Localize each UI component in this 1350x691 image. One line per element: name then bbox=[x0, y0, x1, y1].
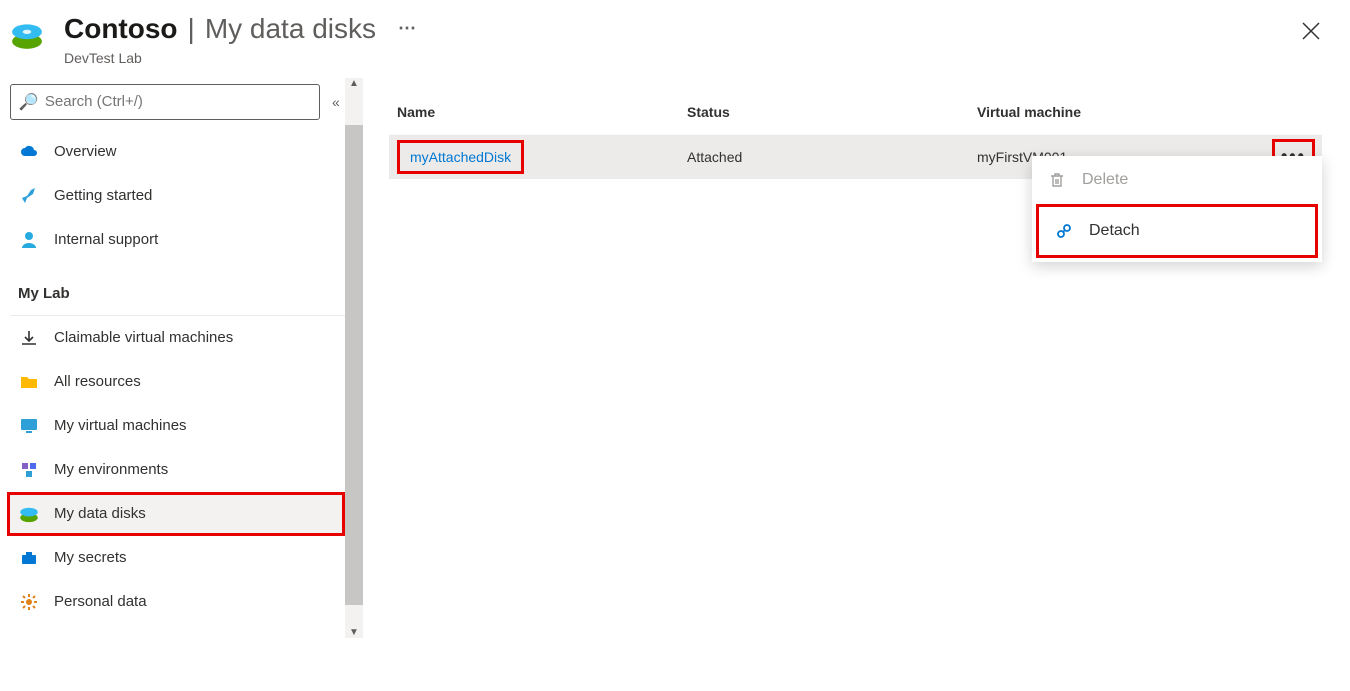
sidebar-item-label: Overview bbox=[54, 143, 117, 160]
sidebar: 🔍 « Overview Getting started Internal su… bbox=[0, 74, 345, 685]
sidebar-item-label: My virtual machines bbox=[54, 417, 187, 434]
sidebar-item-internal-support[interactable]: Internal support bbox=[10, 218, 345, 262]
gear-icon bbox=[18, 591, 40, 613]
search-input[interactable] bbox=[45, 93, 311, 110]
search-icon: 🔍 bbox=[19, 92, 39, 112]
sidebar-item-label: Getting started bbox=[54, 187, 152, 204]
main-content: Name Status Virtual machine myAttachedDi… bbox=[345, 74, 1350, 685]
close-button[interactable] bbox=[1302, 22, 1320, 46]
folder-icon bbox=[18, 371, 40, 393]
context-menu-detach[interactable]: Detach bbox=[1039, 207, 1315, 255]
monitor-icon bbox=[18, 415, 40, 437]
sidebar-item-my-secrets[interactable]: My secrets bbox=[10, 536, 345, 580]
search-input-wrapper[interactable]: 🔍 bbox=[10, 84, 320, 120]
sidebar-item-my-environments[interactable]: My environments bbox=[10, 448, 345, 492]
page-header: Contoso | My data disks ⋯ DevTest Lab bbox=[0, 0, 1350, 74]
page-title: My data disks bbox=[205, 12, 376, 46]
sidebar-item-my-vms[interactable]: My virtual machines bbox=[10, 404, 345, 448]
title-separator: | bbox=[188, 12, 195, 46]
disk-name-link[interactable]: myAttachedDisk bbox=[397, 140, 524, 174]
context-menu-delete: Delete bbox=[1032, 156, 1322, 204]
collapse-sidebar-icon[interactable]: « bbox=[332, 94, 340, 110]
cubes-icon bbox=[18, 459, 40, 481]
sidebar-item-label: My environments bbox=[54, 461, 168, 478]
context-menu-item-label: Detach bbox=[1089, 222, 1140, 240]
trash-icon bbox=[1046, 171, 1068, 189]
column-header-name[interactable]: Name bbox=[397, 104, 687, 120]
sidebar-item-my-data-disks[interactable]: My data disks bbox=[7, 492, 345, 536]
disk-icon bbox=[18, 503, 40, 525]
header-more-icon[interactable]: ⋯ bbox=[398, 18, 417, 40]
sidebar-item-personal-data[interactable]: Personal data bbox=[10, 580, 345, 624]
briefcase-icon bbox=[18, 547, 40, 569]
sidebar-item-label: Internal support bbox=[54, 231, 158, 248]
sidebar-item-label: Claimable virtual machines bbox=[54, 329, 233, 346]
sidebar-item-label: Personal data bbox=[54, 593, 147, 610]
disk-icon bbox=[10, 18, 44, 52]
sidebar-item-label: All resources bbox=[54, 373, 141, 390]
column-header-vm[interactable]: Virtual machine bbox=[977, 104, 1272, 120]
table-header: Name Status Virtual machine bbox=[389, 96, 1322, 135]
disk-status: Attached bbox=[687, 149, 977, 165]
sidebar-item-getting-started[interactable]: Getting started bbox=[10, 174, 345, 218]
sidebar-item-all-resources[interactable]: All resources bbox=[10, 360, 345, 404]
column-header-status[interactable]: Status bbox=[687, 104, 977, 120]
row-context-menu: Delete Detach bbox=[1032, 156, 1322, 262]
rocket-icon bbox=[18, 185, 40, 207]
person-icon bbox=[18, 229, 40, 251]
resource-type: DevTest Lab bbox=[64, 50, 1330, 66]
sidebar-item-overview[interactable]: Overview bbox=[10, 130, 345, 174]
sidebar-item-label: My data disks bbox=[54, 505, 146, 522]
download-icon bbox=[18, 327, 40, 349]
detach-icon bbox=[1053, 222, 1075, 240]
sidebar-item-label: My secrets bbox=[54, 549, 127, 566]
resource-name: Contoso bbox=[64, 12, 178, 46]
sidebar-item-claimable-vms[interactable]: Claimable virtual machines bbox=[10, 316, 345, 360]
context-menu-item-label: Delete bbox=[1082, 171, 1128, 189]
cloud-icon bbox=[18, 141, 40, 163]
sidebar-group-mylab: My Lab bbox=[10, 272, 345, 316]
